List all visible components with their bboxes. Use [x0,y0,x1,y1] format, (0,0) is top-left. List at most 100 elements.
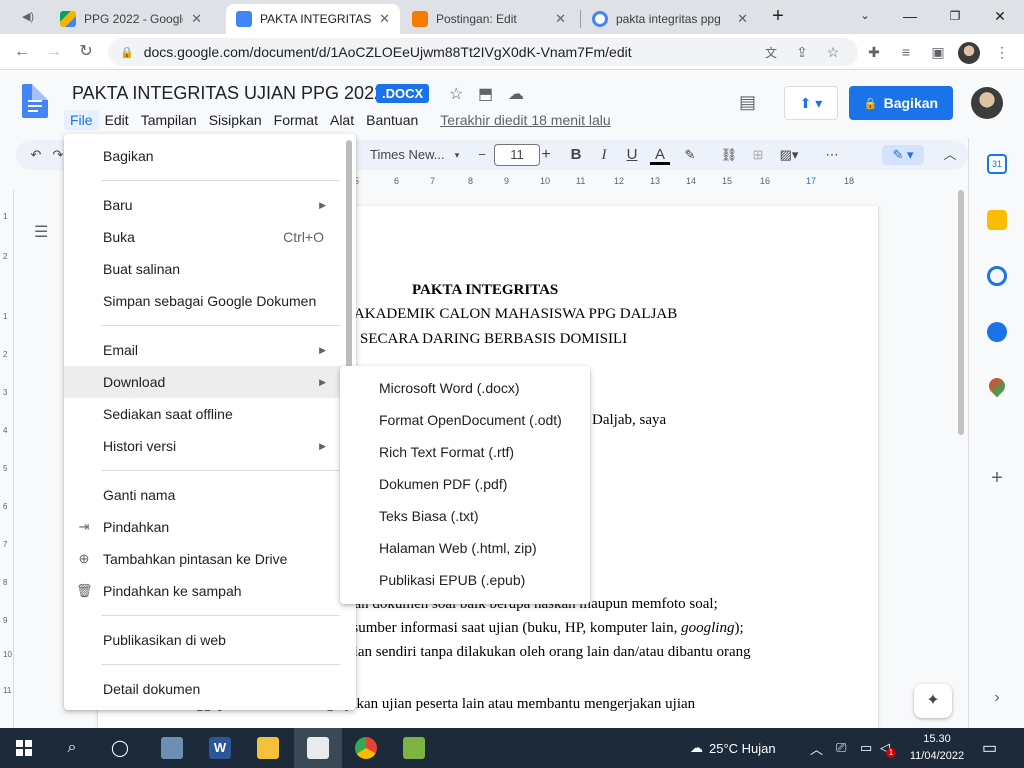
file-menu-item-pindahkan[interactable]: ⇥ Pindahkan [64,511,356,543]
collapse-icon[interactable]: ︿ [940,145,960,165]
expand-panel-icon[interactable]: › [987,688,1007,708]
browser-tab-docs[interactable]: PAKTA INTEGRITAS UJIAN ✕ [226,4,400,34]
file-menu-item-bagikan[interactable]: Bagikan [64,140,356,172]
menu-tools[interactable]: Alat [324,110,360,130]
text-color-icon[interactable]: A [650,145,670,165]
file-menu-item-buat-salinan[interactable]: Buat salinan [64,253,356,285]
bold-icon[interactable]: B [566,145,586,165]
profile-avatar[interactable] [958,42,980,64]
url-bar[interactable]: 🔒 docs.google.com/document/d/1AoCZLOEeUj… [108,38,858,66]
file-menu-item-baru[interactable]: Baru ▶ [64,189,356,221]
download-option-0[interactable]: Microsoft Word (.docx) [340,372,590,404]
reading-list-icon[interactable]: ≡ [896,42,916,62]
move-folder-icon[interactable]: ⬒ [478,84,493,104]
taskbar-clock[interactable]: 15.30 11/04/2022 [906,731,968,765]
share-button[interactable]: 🔒 Bagikan [849,86,953,120]
menu-edit[interactable]: Edit [99,110,135,130]
file-menu-item-download[interactable]: Download ▶ [64,366,356,398]
account-avatar[interactable] [971,87,1003,119]
undo-icon[interactable]: ↶ [26,145,46,165]
menu-format[interactable]: Format [268,110,324,130]
close-tab-icon[interactable]: ✕ [555,11,566,27]
last-edit-link[interactable]: Terakhir diedit 18 menit lalu [440,110,610,130]
restore-icon[interactable]: ❐ [935,4,975,28]
translate-icon[interactable]: 文 [761,43,781,63]
file-menu-item-sediakan-saat-offline[interactable]: Sediakan saat offline [64,398,356,430]
network-icon[interactable]: ▭ [860,728,872,768]
menu-view[interactable]: Tampilan [135,110,203,130]
browser-tab-blogger[interactable]: Postingan: Edit ✕ [402,4,576,34]
close-tab-icon[interactable]: ✕ [379,11,390,27]
side-panel-icon[interactable]: ▣ [928,42,948,62]
tasks-icon[interactable] [987,266,1007,286]
file-menu-item-pindahkan-ke-sampah[interactable]: 🗑 Pindahkan ke sampah [64,575,356,607]
calendar-icon[interactable]: 31 [987,154,1007,174]
browser-tab-google-search[interactable]: pakta integritas ppg ✕ [582,4,758,34]
comments-icon[interactable]: ▤ [739,92,756,113]
tab-search-icon[interactable]: ⌄ [845,4,885,28]
tray-app-icon[interactable]: ⎚ [836,728,846,768]
tray-chevron-icon[interactable]: ︿ [810,728,823,768]
image-icon[interactable]: ▨▾ [776,145,802,165]
notification-center-icon[interactable]: ▭ [982,728,997,768]
download-option-5[interactable]: Halaman Web (.html, zip) [340,532,590,564]
volume-muted-icon[interactable]: ◁ 1 [880,728,896,768]
file-menu-item-detail-dokumen[interactable]: Detail dokumen [64,673,356,705]
download-option-3[interactable]: Dokumen PDF (.pdf) [340,468,590,500]
document-outline-icon[interactable]: ☰ [34,222,48,242]
increase-size-icon[interactable]: + [536,145,556,165]
docs-logo-icon[interactable] [22,84,48,118]
share-page-icon[interactable]: ⇪ [792,42,812,62]
more-icon[interactable]: ⋯ [822,145,842,165]
file-menu-item-ganti-nama[interactable]: Ganti nama [64,479,356,511]
decrease-size-icon[interactable]: − [472,145,492,165]
menu-help[interactable]: Bantuan [360,110,424,130]
file-menu-item-publikasikan-di-web[interactable]: Publikasikan di web [64,624,356,656]
new-tab-button[interactable]: + [758,4,798,28]
font-size-input[interactable]: 11 [494,144,540,166]
close-window-icon[interactable]: ✕ [980,4,1020,28]
star-icon[interactable]: ☆ [449,84,463,104]
redo-icon[interactable]: ↷ [52,145,64,165]
underline-icon[interactable]: U [622,145,642,165]
task-view-icon[interactable]: ◯ [96,728,144,768]
taskbar-app-chrome[interactable] [342,728,390,768]
windows-start-icon[interactable] [0,728,48,768]
taskbar-app-green[interactable] [390,728,438,768]
forward-icon[interactable]: → [42,40,66,64]
cloud-status-icon[interactable]: ☁ [508,84,524,104]
download-option-6[interactable]: Publikasi EPUB (.epub) [340,564,590,596]
file-menu-item-buka[interactable]: Buka Ctrl+O [64,221,356,253]
link-icon[interactable]: ⛓ [718,145,740,165]
back-icon[interactable]: ← [10,40,34,64]
italic-icon[interactable]: I [594,145,614,165]
weather-widget[interactable]: ☁ 25°C Hujan [690,728,776,768]
document-title[interactable]: PAKTA INTEGRITAS UJIAN PPG 2022 [72,83,384,104]
taskbar-app-explorer-net[interactable] [148,728,196,768]
tab-audio-icon[interactable]: ◀) [16,5,40,29]
menu-insert[interactable]: Sisipkan [203,110,268,130]
file-menu-item-email[interactable]: Email ▶ [64,334,356,366]
scrollbar-thumb[interactable] [958,190,964,435]
browser-menu-icon[interactable]: ⋮ [992,42,1012,62]
explore-icon[interactable]: ✦ [914,684,952,718]
comment-icon[interactable]: ⊞ [748,145,768,165]
search-icon[interactable]: ⌕ [48,728,96,768]
present-button[interactable]: ⬆ ▾ [784,86,838,120]
file-menu-item-simpan-sebagai-google-dokumen[interactable]: Simpan sebagai Google Dokumen [64,285,356,317]
download-option-1[interactable]: Format OpenDocument (.odt) [340,404,590,436]
get-addons-icon[interactable]: + [987,468,1007,488]
document-scrollbar[interactable] [956,190,966,440]
highlight-icon[interactable]: ✎ [680,145,700,165]
reload-icon[interactable]: ↻ [74,40,98,64]
file-menu-item-histori-versi[interactable]: Histori versi ▶ [64,430,356,462]
minimize-icon[interactable]: — [890,4,930,28]
chevron-down-icon[interactable]: ▾ [452,145,462,165]
edit-mode-icon[interactable]: ✎ ▾ [882,145,924,165]
keep-icon[interactable] [987,210,1007,230]
browser-tab-drive[interactable]: PPG 2022 - Google Drive ✕ [50,4,212,34]
extensions-icon[interactable]: ✚ [864,42,884,62]
taskbar-app-file-explorer[interactable] [244,728,292,768]
contacts-icon[interactable] [987,322,1007,342]
download-option-2[interactable]: Rich Text Format (.rtf) [340,436,590,468]
